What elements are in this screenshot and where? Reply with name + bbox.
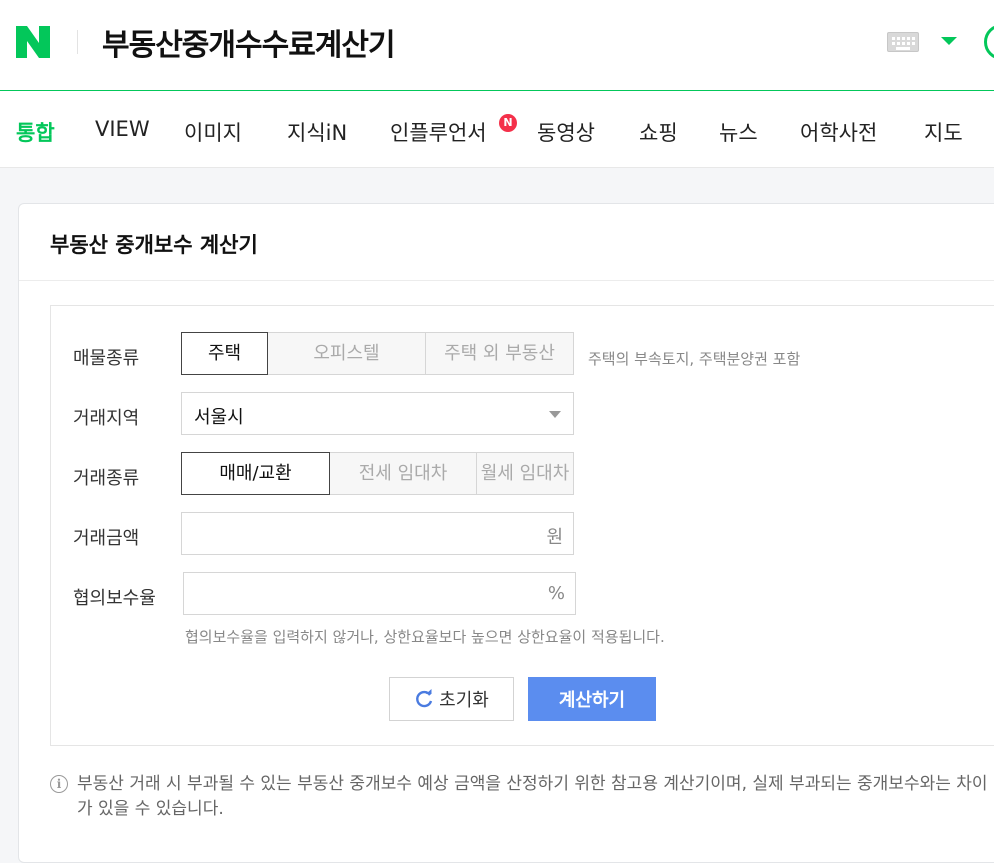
rate-unit: % (547, 583, 565, 604)
region-value: 서울시 (194, 407, 244, 428)
property-type-label: 매물종류 (73, 348, 140, 369)
tab-knowledge-in[interactable]: 지식iN (287, 117, 347, 147)
logo-divider (77, 30, 78, 54)
search-header: 부동산중개수수료계산기 (0, 0, 994, 91)
region-select[interactable]: 서울시 (181, 392, 574, 435)
tab-dictionary[interactable]: 어학사전 (800, 117, 877, 147)
tab-images[interactable]: 이미지 (184, 117, 242, 147)
calculator-card: 부동산 중개보수 계산기 매물종류 주택 오피스텔 주택 외 부동산 주택의 부… (18, 203, 994, 863)
rate-label: 협의보수율 (73, 588, 156, 609)
search-tab-bar: 통합 VIEW 이미지 지식iN 인플루언서 N 동영상 쇼핑 뉴스 어학사전 … (0, 91, 994, 168)
calculator-form: 매물종류 주택 오피스텔 주택 외 부동산 주택의 부속토지, 주택분양권 포함… (50, 305, 994, 746)
amount-unit: 원 (546, 527, 563, 548)
property-type-officetel[interactable]: 오피스텔 (267, 332, 426, 375)
calculator-title: 부동산 중개보수 계산기 (50, 233, 258, 257)
property-type-hint: 주택의 부속토지, 주택분양권 포함 (588, 350, 801, 368)
naver-logo[interactable] (16, 26, 50, 58)
tab-shopping[interactable]: 쇼핑 (639, 117, 678, 147)
search-assist-icon[interactable] (984, 24, 994, 60)
keyboard-icon[interactable] (887, 32, 919, 52)
region-label: 거래지역 (73, 408, 140, 429)
refresh-icon (416, 689, 433, 708)
info-icon: i (50, 775, 68, 793)
autocomplete-dropdown-icon[interactable] (941, 37, 957, 45)
property-type-other[interactable]: 주택 외 부동산 (425, 332, 574, 375)
tab-map[interactable]: 지도 (924, 117, 963, 147)
deal-type-label: 거래종류 (73, 468, 140, 489)
title-divider (19, 280, 994, 281)
tab-integrated[interactable]: 통합 (16, 117, 55, 147)
search-query[interactable]: 부동산중개수수료계산기 (102, 20, 396, 64)
amount-label: 거래금액 (73, 528, 140, 549)
rate-input[interactable]: % (183, 572, 576, 615)
tab-news[interactable]: 뉴스 (719, 117, 758, 147)
amount-input[interactable]: 원 (181, 512, 574, 555)
property-type-house[interactable]: 주택 (181, 332, 268, 375)
tab-influencer[interactable]: 인플루언서 (390, 117, 487, 147)
calculate-button[interactable]: 계산하기 (528, 677, 656, 721)
new-badge: N (499, 114, 517, 132)
tab-video[interactable]: 동영상 (537, 117, 595, 147)
chevron-down-icon (549, 411, 561, 418)
deal-type-monthly[interactable]: 월세 임대차 (476, 452, 574, 495)
reset-button[interactable]: 초기화 (389, 677, 514, 721)
calculator-notice: 부동산 거래 시 부과될 수 있는 부동산 중개보수 예상 금액을 산정하기 위… (77, 774, 988, 819)
rate-hint: 협의보수율을 입력하지 않거나, 상한요율보다 높으면 상한요율이 적용됩니다. (185, 628, 665, 646)
reset-label: 초기화 (439, 690, 489, 711)
tab-view[interactable]: VIEW (95, 117, 150, 141)
deal-type-sale[interactable]: 매매/교환 (181, 452, 330, 495)
deal-type-jeonse[interactable]: 전세 임대차 (329, 452, 477, 495)
